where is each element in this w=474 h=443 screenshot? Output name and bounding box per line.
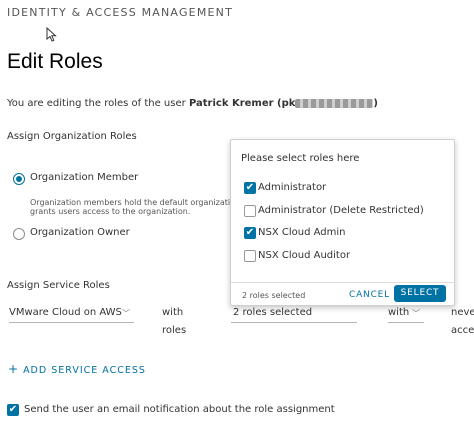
option-label-administrator-delete-restricted[interactable]: Administrator (Delete Restricted) (258, 205, 424, 216)
roles-popup: Please select roles here ✔ Administrator… (230, 139, 455, 306)
email-open: (pk (273, 98, 296, 109)
editing-prefix: You are editing the roles of the user (7, 98, 189, 109)
notify-label: Send the user an email notification abou… (24, 404, 335, 415)
org-owner-label[interactable]: Organization Owner (30, 227, 130, 238)
with-roles-label-2: roles (162, 325, 187, 336)
option-label-nsx-cloud-auditor[interactable]: NSX Cloud Auditor (258, 250, 350, 261)
popup-divider (231, 282, 454, 283)
option-label-administrator[interactable]: Administrator (258, 182, 326, 193)
chevron-down-icon: ﹀ (412, 309, 420, 318)
service-select-value: VMware Cloud on AWS (9, 307, 122, 318)
service-roles-title: Assign Service Roles (7, 280, 110, 291)
add-service-access-link[interactable]: + ADD SERVICE ACCESS (8, 362, 146, 376)
service-select-underline (9, 322, 134, 323)
plus-icon: + (8, 362, 20, 376)
org-roles-title: Assign Organization Roles (7, 131, 137, 142)
org-member-radio[interactable] (13, 173, 25, 185)
roles-select-value: 2 roles selected (233, 307, 313, 318)
service-select[interactable]: VMware Cloud on AWS ﹀ (9, 306, 134, 323)
with-select[interactable]: with ﹀ (388, 306, 424, 323)
option-label-nsx-cloud-admin[interactable]: NSX Cloud Admin (258, 227, 345, 238)
never-label-2: acce (451, 325, 474, 336)
roles-select-underline (231, 322, 357, 323)
popup-header: Please select roles here (241, 153, 360, 164)
page-title: Edit Roles (7, 50, 103, 73)
with-select-underline (388, 322, 424, 323)
option-checkbox-nsx-cloud-admin[interactable]: ✔ (244, 227, 256, 239)
org-member-help-2: grants users access to the organization. (30, 207, 191, 216)
never-label-1: neve (451, 307, 474, 318)
cancel-button[interactable]: CANCEL (349, 290, 390, 300)
select-button[interactable]: SELECT (394, 285, 446, 302)
section-title: IDENTITY & ACCESS MANAGEMENT (7, 6, 234, 19)
org-owner-radio[interactable] (13, 228, 25, 240)
user-name: Patrick Kremer (188, 98, 274, 109)
email-close: ) (373, 98, 378, 109)
add-service-label: ADD SERVICE ACCESS (23, 365, 146, 376)
editing-user-text: You are editing the roles of the user Pa… (7, 98, 378, 109)
notify-checkbox[interactable]: ✔ (7, 404, 19, 416)
mouse-cursor-icon (46, 27, 57, 42)
redacted-email (295, 98, 374, 108)
chevron-down-icon: ﹀ (122, 309, 130, 318)
org-member-label[interactable]: Organization Member (30, 172, 138, 183)
option-checkbox-administrator-delete-restricted[interactable] (244, 205, 256, 217)
option-checkbox-nsx-cloud-auditor[interactable] (244, 250, 256, 262)
with-roles-label-1: with (162, 307, 184, 318)
option-checkbox-administrator[interactable]: ✔ (244, 182, 256, 194)
roles-select[interactable]: 2 roles selected (231, 306, 357, 323)
popup-selected-count: 2 roles selected (242, 291, 306, 300)
with-select-value: with (388, 307, 410, 318)
